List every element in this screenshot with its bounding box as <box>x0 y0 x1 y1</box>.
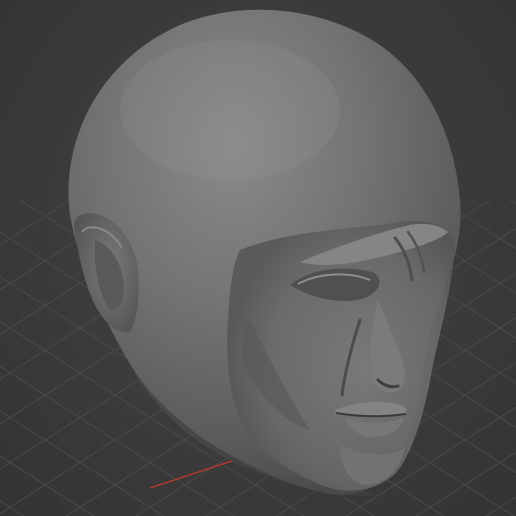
3d-viewport[interactable] <box>0 0 516 516</box>
sculpted-head-model[interactable] <box>68 9 461 496</box>
skull-highlight <box>120 40 340 180</box>
grid-line <box>0 199 71 246</box>
viewport-canvas[interactable] <box>0 0 516 516</box>
grid-line <box>509 199 516 205</box>
grid-line <box>0 500 25 516</box>
